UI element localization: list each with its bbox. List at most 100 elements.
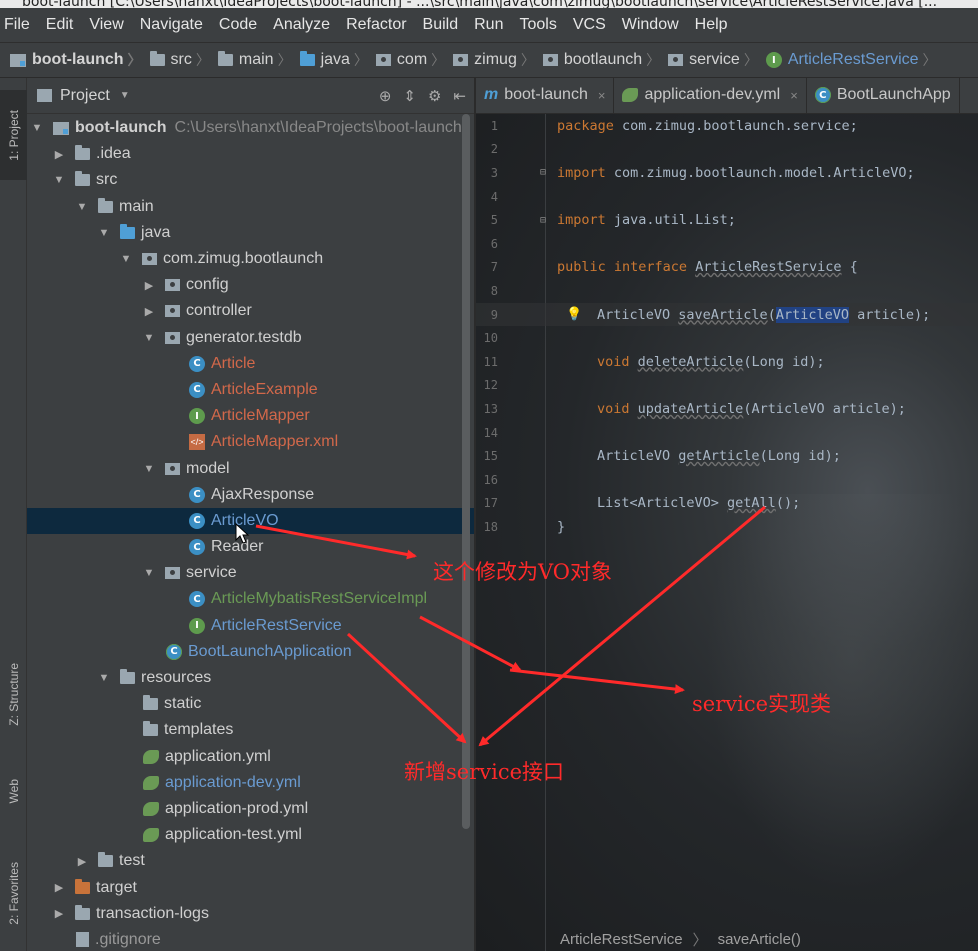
fold-icon[interactable]: ⊟	[540, 167, 546, 178]
menu-analyze[interactable]: Analyze	[273, 16, 330, 34]
tree-item-articleexample[interactable]: C ArticleExample	[27, 377, 474, 403]
expanded-arrow-icon[interactable]: ▼	[143, 332, 155, 344]
spring-leaf-icon	[143, 775, 159, 790]
collapsed-arrow-icon[interactable]: ▶	[143, 305, 155, 318]
tree-item-idea[interactable]: ▶ .idea	[27, 141, 474, 167]
code-line: 13 void updateArticle(ArticleVO article);	[483, 400, 906, 417]
menu-run[interactable]: Run	[474, 16, 503, 34]
close-icon[interactable]: ×	[790, 88, 798, 103]
tab-boot-launch[interactable]: m boot-launch ×	[476, 78, 615, 113]
package-icon	[165, 305, 180, 318]
expanded-arrow-icon[interactable]: ▼	[31, 122, 43, 134]
breadcrumb-item-articlerestservice[interactable]: I ArticleRestService 〉	[765, 50, 945, 70]
tree-item-boot-launch[interactable]: ▼ boot-launch C:\Users\hanxt\IdeaProjects\…	[27, 115, 474, 141]
collapsed-arrow-icon[interactable]: ▶	[53, 907, 65, 920]
tree-item-resources[interactable]: ▼ resources	[27, 665, 474, 691]
collapsed-arrow-icon[interactable]: ▶	[53, 148, 65, 161]
tree-item-transaction-logs[interactable]: ▶ transaction-logs	[27, 901, 474, 927]
tree-item-main[interactable]: ▼ main	[27, 194, 474, 220]
code-line: 7 public interface ArticleRestService {	[490, 259, 858, 276]
breadcrumb-item-src[interactable]: src 〉	[149, 50, 218, 70]
gear-icon[interactable]: ⚙	[428, 87, 441, 105]
project-view-selector[interactable]: Project	[60, 87, 110, 105]
menu-tools[interactable]: Tools	[519, 16, 556, 34]
tree-item-articlemapper[interactable]: I ArticleMapper	[27, 403, 474, 429]
tree-item-controller[interactable]: ▶ controller	[27, 298, 474, 324]
menu-build[interactable]: Build	[423, 16, 459, 34]
tree-item-src[interactable]: ▼ src	[27, 167, 474, 193]
status-class[interactable]: ArticleRestService	[560, 931, 683, 948]
breadcrumb-item-com[interactable]: com 〉	[375, 50, 453, 70]
breadcrumb-item-zimug[interactable]: zimug 〉	[453, 50, 543, 70]
tree-item-static[interactable]: static	[27, 691, 474, 717]
interface-icon: I	[189, 617, 205, 634]
tab-web-tool[interactable]: Web	[0, 766, 27, 816]
breadcrumb: boot-launch 〉 src 〉 main 〉 java 〉 com 〉 zimug…	[0, 42, 978, 78]
tree-item-reader[interactable]: C Reader	[27, 534, 474, 560]
breadcrumb-item-bootlaunch[interactable]: bootlaunch 〉	[542, 50, 668, 70]
menu-view[interactable]: View	[89, 16, 123, 34]
tab-structure-tool[interactable]: Z: Structure	[0, 644, 27, 744]
expanded-arrow-icon[interactable]: ▼	[53, 174, 65, 186]
expanded-arrow-icon[interactable]: ▼	[98, 672, 110, 684]
spring-leaf-icon	[143, 801, 159, 816]
project-scrollbar[interactable]	[462, 114, 470, 829]
tree-item-test[interactable]: ▶ test	[27, 848, 474, 874]
module-icon	[10, 53, 26, 67]
hide-panel-icon[interactable]: ⇤	[453, 87, 466, 105]
tab-application-dev-yml[interactable]: application-dev.yml ×	[614, 78, 807, 113]
tree-item-generator-testdb[interactable]: ▼ generator.testdb	[27, 325, 474, 351]
expanded-arrow-icon[interactable]: ▼	[143, 463, 155, 475]
collapsed-arrow-icon[interactable]: ▶	[76, 855, 88, 868]
collapsed-arrow-icon[interactable]: ▶	[143, 279, 155, 292]
tree-item-ajaxresponse[interactable]: C AjaxResponse	[27, 482, 474, 508]
expanded-arrow-icon[interactable]: ▼	[98, 227, 110, 239]
menu-window[interactable]: Window	[622, 16, 679, 34]
chevron-down-icon[interactable]: ▼	[120, 90, 130, 101]
menu-edit[interactable]: Edit	[46, 16, 74, 34]
menu-code[interactable]: Code	[219, 16, 257, 34]
tree-item-model[interactable]: ▼ model	[27, 455, 474, 481]
collapsed-arrow-icon[interactable]: ▶	[53, 881, 65, 894]
tree-item-articlevo[interactable]: C ArticleVO	[27, 507, 474, 534]
expanded-arrow-icon[interactable]: ▼	[76, 201, 88, 213]
source-folder-icon	[299, 51, 315, 66]
tree-item-java[interactable]: ▼ java	[27, 220, 474, 246]
tree-item-com-zimug-bootlaunch[interactable]: ▼ com.zimug.bootlaunch	[27, 246, 474, 272]
breadcrumb-item-service[interactable]: service 〉	[668, 50, 766, 70]
tree-item-service[interactable]: ▼ service	[27, 560, 474, 586]
tree-item-articlerestservice[interactable]: I ArticleRestService	[27, 613, 474, 639]
tree-item-articlemapper-xml[interactable]: </> ArticleMapper.xml	[27, 429, 474, 455]
expanded-arrow-icon[interactable]: ▼	[120, 253, 132, 265]
close-icon[interactable]: ×	[598, 88, 606, 103]
status-method[interactable]: saveArticle()	[718, 931, 801, 948]
fold-icon[interactable]: ⊟	[540, 215, 546, 226]
tab-project-tool[interactable]: 1: Project	[0, 90, 27, 180]
lightbulb-icon[interactable]: 💡	[566, 307, 582, 322]
tab-favorites-tool[interactable]: 2: Favorites	[0, 848, 27, 938]
tree-item-config[interactable]: ▶ config	[27, 272, 474, 298]
menu-vcs[interactable]: VCS	[573, 16, 606, 34]
locate-icon[interactable]: ⊕	[379, 87, 392, 105]
breadcrumb-item-boot-launch[interactable]: boot-launch 〉	[10, 50, 150, 70]
expanded-arrow-icon[interactable]: ▼	[143, 567, 155, 579]
class-icon: C	[189, 486, 205, 503]
collapse-all-icon[interactable]: ⇕	[403, 87, 416, 105]
tree-item-gitignore[interactable]: .gitignore	[27, 927, 474, 951]
tree-item-target[interactable]: ▶ target	[27, 874, 474, 900]
menu-refactor[interactable]: Refactor	[346, 16, 406, 34]
tree-item-application-test-yml[interactable]: application-test.yml	[27, 822, 474, 848]
tree-item-application-prod-yml[interactable]: application-prod.yml	[27, 796, 474, 822]
menu-file[interactable]: File	[4, 16, 30, 34]
tree-item-templates[interactable]: templates	[27, 717, 474, 743]
breadcrumb-item-java[interactable]: java 〉	[299, 50, 376, 70]
menu-help[interactable]: Help	[695, 16, 728, 34]
breadcrumb-item-main[interactable]: main 〉	[217, 50, 300, 70]
menu-navigate[interactable]: Navigate	[140, 16, 203, 34]
tree-item-article[interactable]: C Article	[27, 351, 474, 377]
package-icon	[165, 279, 180, 292]
code-area[interactable]: 1 package com.zimug.bootlaunch.service; 2…	[476, 114, 978, 539]
tab-bootlaunchapplication[interactable]: C BootLaunchApp	[807, 78, 960, 113]
tree-item-articlemybatisrestserviceimpl[interactable]: C ArticleMybatisRestServiceImpl	[27, 586, 474, 612]
tree-item-bootlaunchapplication[interactable]: C BootLaunchApplication	[27, 639, 474, 665]
